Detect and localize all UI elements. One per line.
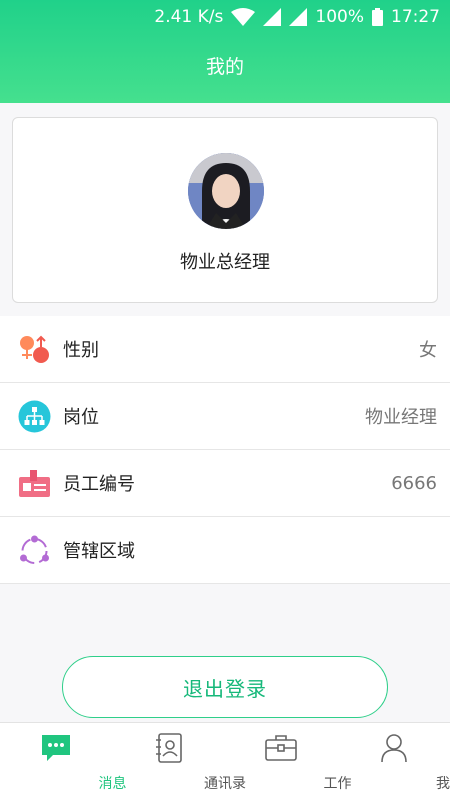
info-row-position[interactable]: 岗位 物业经理 — [0, 383, 450, 450]
briefcase-icon — [264, 731, 298, 765]
info-row-area[interactable]: 管辖区域 — [0, 517, 450, 584]
wifi-icon — [231, 8, 256, 26]
nav-item-contacts[interactable]: 通讯录 — [113, 723, 246, 800]
profile-card: 物业总经理 — [12, 117, 438, 303]
profile-name: 物业总经理 — [180, 252, 270, 273]
message-icon — [39, 731, 73, 765]
clock: 17:27 — [391, 7, 440, 27]
header: 2.41 K/s 100% 17:27 我的 — [0, 0, 450, 103]
org-chart-icon — [18, 400, 51, 433]
battery-percent: 100% — [315, 7, 364, 27]
avatar[interactable] — [188, 153, 264, 229]
info-row-gender[interactable]: 性别 女 — [0, 316, 450, 383]
gender-icon — [18, 333, 51, 366]
network-speed: 2.41 K/s — [154, 7, 224, 27]
contacts-icon — [152, 731, 186, 765]
page-title: 我的 — [205, 56, 244, 78]
nav-item-work[interactable]: 工作 — [225, 723, 352, 800]
nav-label: 我的 — [436, 776, 450, 792]
signal-icon — [263, 8, 282, 26]
info-label: 岗位 — [63, 407, 99, 428]
logout-button[interactable]: 退出登录 — [62, 656, 388, 718]
info-label: 员工编号 — [63, 474, 135, 495]
area-icon — [18, 534, 51, 567]
nav-item-messages[interactable]: 消息 — [0, 723, 127, 800]
info-value: 女 — [419, 340, 437, 361]
user-icon — [377, 731, 411, 765]
battery-icon — [372, 8, 383, 26]
info-label: 管辖区域 — [63, 541, 135, 562]
info-value: 6666 — [391, 472, 437, 494]
status-bar: 2.41 K/s 100% 17:27 — [0, 0, 450, 34]
nav-item-me[interactable]: 我的 — [338, 723, 450, 800]
id-card-icon — [18, 467, 51, 500]
signal-icon-2 — [289, 8, 308, 26]
bottom-nav: 消息 通讯录 工作 我 — [0, 722, 450, 800]
info-value: 物业经理 — [365, 407, 437, 428]
info-row-employee-id[interactable]: 员工编号 6666 — [0, 450, 450, 517]
info-label: 性别 — [63, 340, 99, 361]
info-list: 性别 女 岗位 物业经理 员工编号 6666 管辖区域 — [0, 316, 450, 584]
